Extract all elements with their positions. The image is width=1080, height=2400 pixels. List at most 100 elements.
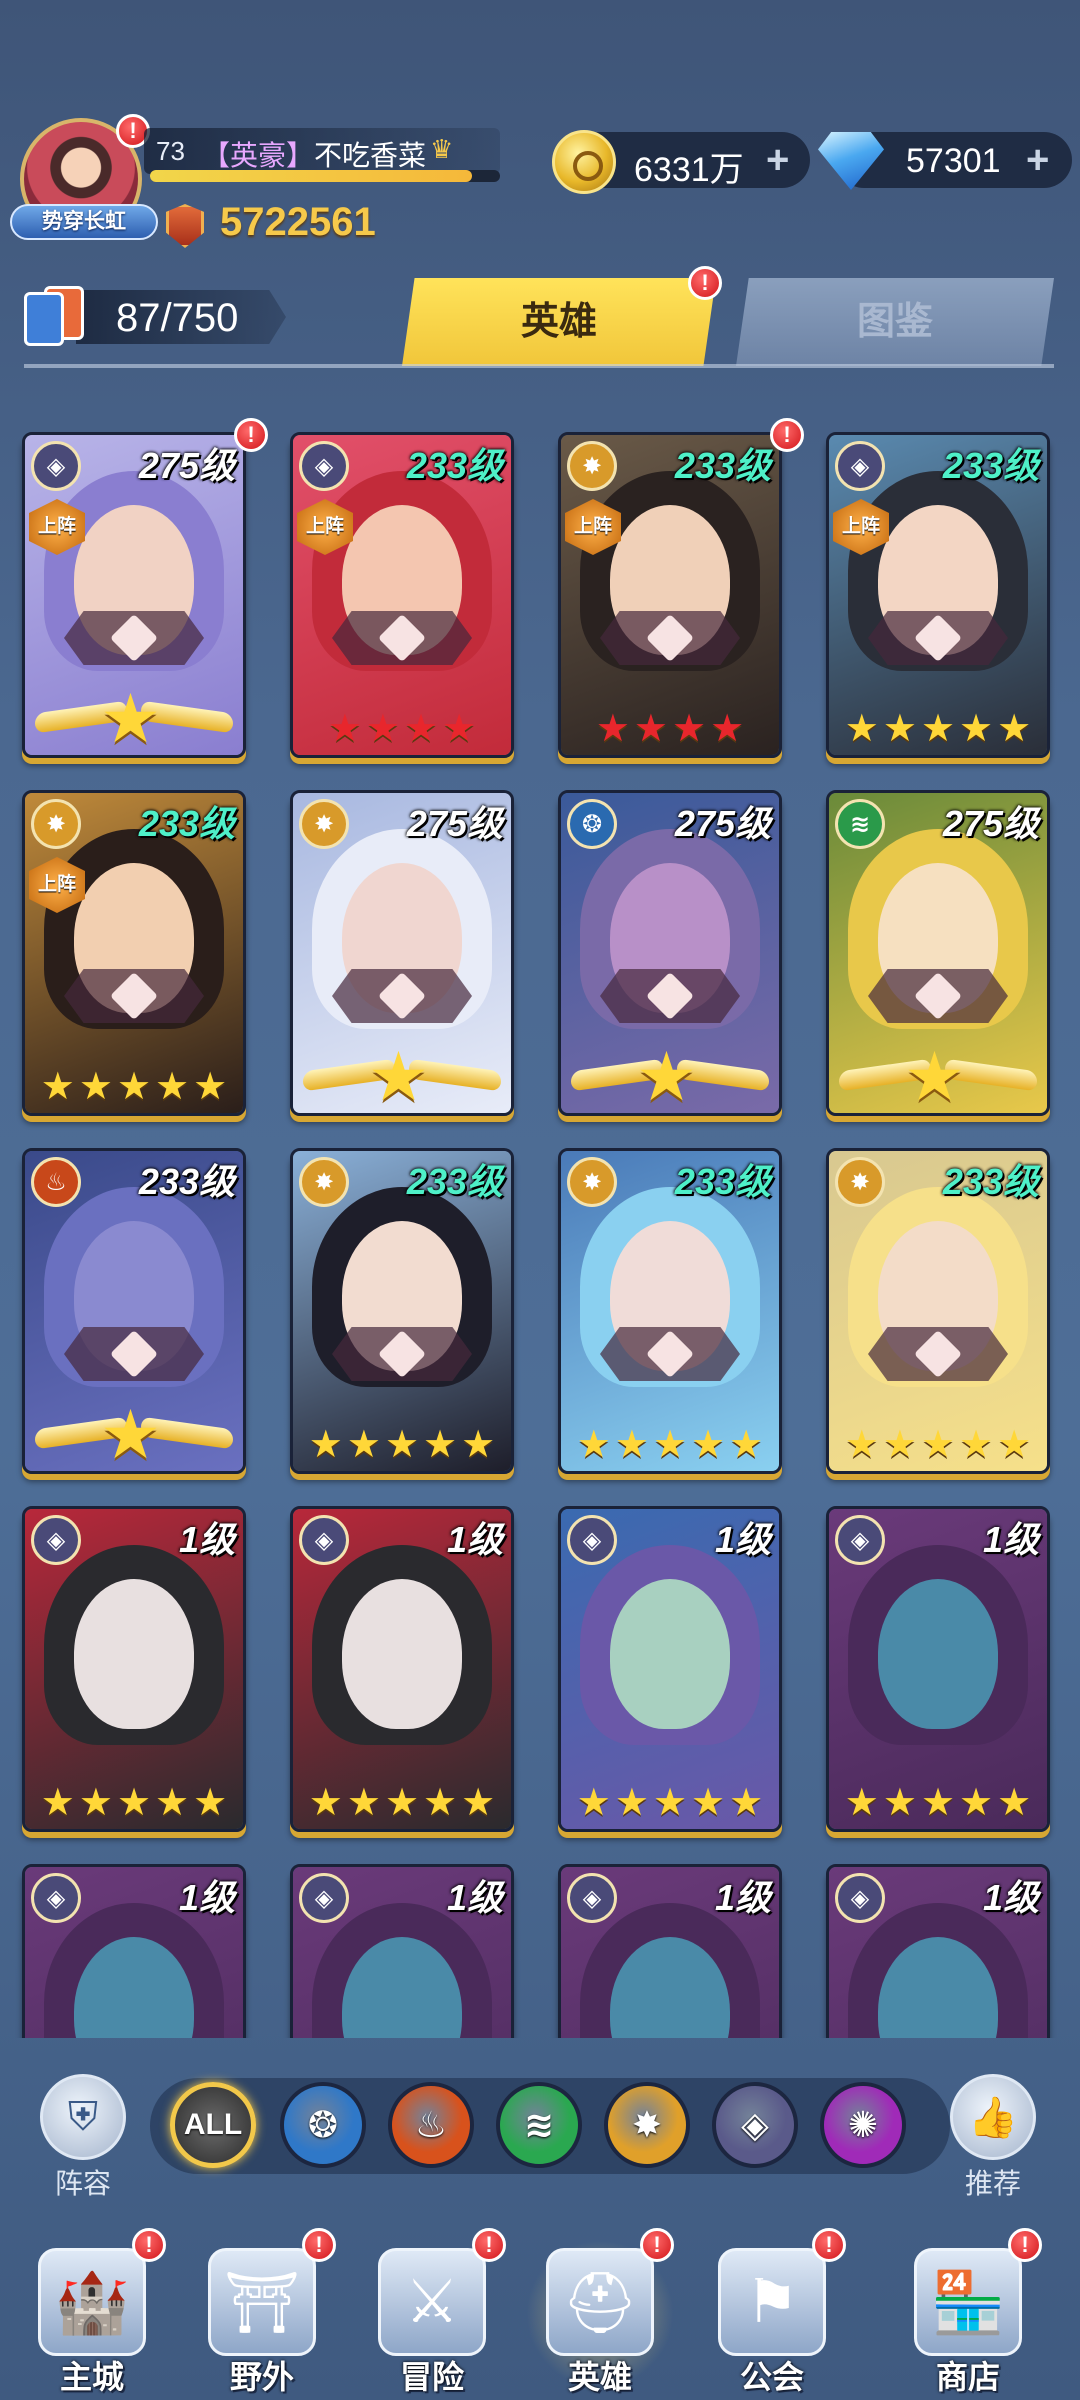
- star-icon: ★: [423, 1424, 458, 1466]
- star-icon: ★: [959, 1782, 994, 1824]
- star-rating: ★ ★ ★ ★ ★: [829, 1783, 1047, 1823]
- star-icon: ★: [346, 1782, 381, 1824]
- player-avatar[interactable]: 势穿长虹 !: [10, 112, 158, 248]
- hero-alert-icon: !: [770, 418, 804, 452]
- void-faction-icon: ◈: [299, 1873, 349, 1923]
- recommend-button[interactable]: 👍 推荐: [938, 2074, 1048, 2202]
- hero-count-pill: 87/750: [76, 290, 286, 344]
- diamond-amount: 57301: [906, 142, 1001, 180]
- star-icon: ★: [691, 1424, 726, 1466]
- hero-level: 1级: [446, 1519, 503, 1560]
- hero-level: 275级: [406, 803, 503, 844]
- hero-level: 1级: [982, 1877, 1039, 1918]
- nav-adventure-arch[interactable]: ⚔ 冒险!: [352, 2228, 512, 2400]
- faction-filter-void[interactable]: ◈: [712, 2082, 798, 2168]
- rank-star-icon: ★: [904, 1039, 965, 1115]
- nav-shop-stall[interactable]: 🏪 商店!: [888, 2228, 1048, 2400]
- hero-level: 233级: [406, 445, 503, 486]
- star-rating: ★ ★ ★ ★ ★: [25, 1067, 243, 1107]
- nav-alert-icon: !: [472, 2228, 506, 2262]
- hero-level: 275级: [942, 803, 1039, 844]
- star-icon: ★: [384, 1782, 420, 1824]
- nav-castle[interactable]: 🏰 主城!: [12, 2228, 172, 2400]
- star-icon: ★: [116, 1782, 152, 1824]
- gold-plus-icon[interactable]: +: [766, 140, 789, 180]
- hero-level: 233级: [674, 445, 771, 486]
- hero-card[interactable]: ◈ 1级 ★ ★ ★ ★ ★: [826, 1506, 1050, 1832]
- void-faction-icon: ◈: [299, 1515, 349, 1565]
- star-icon: ★: [882, 1782, 917, 1824]
- tab-divider: [24, 364, 1054, 368]
- star-icon: ★: [576, 1424, 611, 1466]
- hero-card[interactable]: ◈ 1级 ★ ★ ★ ★ ★: [558, 1506, 782, 1832]
- hero-helmet-icon: ⛑: [546, 2248, 654, 2356]
- star-icon: ★: [576, 1782, 611, 1824]
- rank-star-icon: ★: [368, 1039, 429, 1115]
- star-rating: ★ ★ ★ ★ ★: [293, 1783, 511, 1823]
- star-icon: ★: [652, 1782, 688, 1824]
- rank-star-icon: ★: [100, 1397, 161, 1473]
- faction-filter-arcane[interactable]: ✺: [820, 2082, 906, 2168]
- hero-card[interactable]: ◈ 1级: [826, 1864, 1050, 2038]
- star-icon: ★: [308, 1782, 343, 1824]
- hero-emblem: [64, 611, 204, 665]
- light-faction-icon: ✸: [567, 1157, 617, 1207]
- hero-card[interactable]: ✸ 233级 ★ ★ ★ ★ ★: [558, 1148, 782, 1474]
- hero-card[interactable]: ◈ 1级: [290, 1864, 514, 2038]
- nav-alert-icon: !: [812, 2228, 846, 2262]
- nav-hero-helmet[interactable]: ⛑ 英雄!: [520, 2228, 680, 2400]
- hero-card[interactable]: ✸ 233级 ★ ★ ★ ★ ★: [826, 1148, 1050, 1474]
- hero-card[interactable]: ≋ 275级 ★: [826, 790, 1050, 1116]
- hero-card[interactable]: ✸ 275级 ★: [290, 790, 514, 1116]
- faction-filter-water[interactable]: ❂: [280, 2082, 366, 2168]
- nav-label: 主城: [59, 2359, 124, 2395]
- hero-card[interactable]: ◈ 275级 上阵 ★: [22, 432, 246, 758]
- hero-level: 233级: [138, 1161, 235, 1202]
- hero-level: 233级: [138, 803, 235, 844]
- star-icon: ★: [652, 1424, 688, 1466]
- star-rating: ★ ★ ★ ★ ★: [25, 1783, 243, 1823]
- wilds-gate-icon: ⛩: [208, 2248, 316, 2356]
- hero-level: 275级: [138, 445, 235, 486]
- nav-guild-banner[interactable]: ⚑ 公会!: [692, 2228, 852, 2400]
- star-icon: ★: [691, 1782, 726, 1824]
- hero-card[interactable]: ◈ 1级: [22, 1864, 246, 2038]
- nav-wilds-gate[interactable]: ⛩ 野外!: [182, 2228, 342, 2400]
- hero-card[interactable]: ✸ 233级 上阵 ★ ★ ★ ★ ★: [22, 790, 246, 1116]
- hero-card[interactable]: ◈ 1级: [558, 1864, 782, 2038]
- faction-filter-nature[interactable]: ≋: [496, 2082, 582, 2168]
- hero-emblem: [600, 1327, 740, 1381]
- hero-emblem: [332, 1327, 472, 1381]
- hero-card[interactable]: ♨ 233级 ★: [22, 1148, 246, 1474]
- lineup-button[interactable]: ⛨ 阵容: [28, 2074, 138, 2202]
- star-icon: ★: [327, 708, 362, 750]
- hero-card[interactable]: ❂ 275级 ★: [558, 790, 782, 1116]
- hero-card[interactable]: ◈ 233级 上阵 ★ ★ ★ ★: [290, 432, 514, 758]
- hero-card[interactable]: ✸ 233级 上阵 ★ ★ ★ ★: [558, 432, 782, 758]
- hero-emblem: [332, 969, 472, 1023]
- star-rating: ★ ★ ★ ★: [561, 709, 779, 749]
- hero-card[interactable]: ◈ 233级 上阵 ★ ★ ★ ★ ★: [826, 432, 1050, 758]
- star-icon: ★: [920, 1782, 956, 1824]
- hero-card[interactable]: ◈ 1级 ★ ★ ★ ★ ★: [290, 1506, 514, 1832]
- nav-alert-icon: !: [640, 2228, 674, 2262]
- hero-level: 233级: [674, 1161, 771, 1202]
- player-title-tag: 【英豪】: [202, 140, 315, 171]
- avatar-banner: 势穿长虹: [10, 204, 158, 240]
- faction-filter-all[interactable]: ALL: [170, 2082, 256, 2168]
- hero-card[interactable]: ◈ 1级 ★ ★ ★ ★ ★: [22, 1506, 246, 1832]
- star-icon: ★: [78, 1066, 113, 1108]
- faction-filter-fire[interactable]: ♨: [388, 2082, 474, 2168]
- hero-level: 1级: [178, 1877, 235, 1918]
- hero-card[interactable]: ✸ 233级 ★ ★ ★ ★ ★: [290, 1148, 514, 1474]
- void-faction-icon: ◈: [31, 1873, 81, 1923]
- star-icon: ★: [997, 1424, 1032, 1466]
- tab-heroes[interactable]: 英雄: [402, 278, 716, 366]
- void-faction-icon: ◈: [31, 441, 81, 491]
- light-faction-icon: ✸: [299, 1157, 349, 1207]
- faction-filter-light[interactable]: ✸: [604, 2082, 690, 2168]
- diamond-plus-icon[interactable]: +: [1026, 140, 1049, 180]
- hero-emblem: [64, 969, 204, 1023]
- tab-codex[interactable]: 图鉴: [736, 278, 1054, 366]
- star-icon: ★: [997, 1782, 1032, 1824]
